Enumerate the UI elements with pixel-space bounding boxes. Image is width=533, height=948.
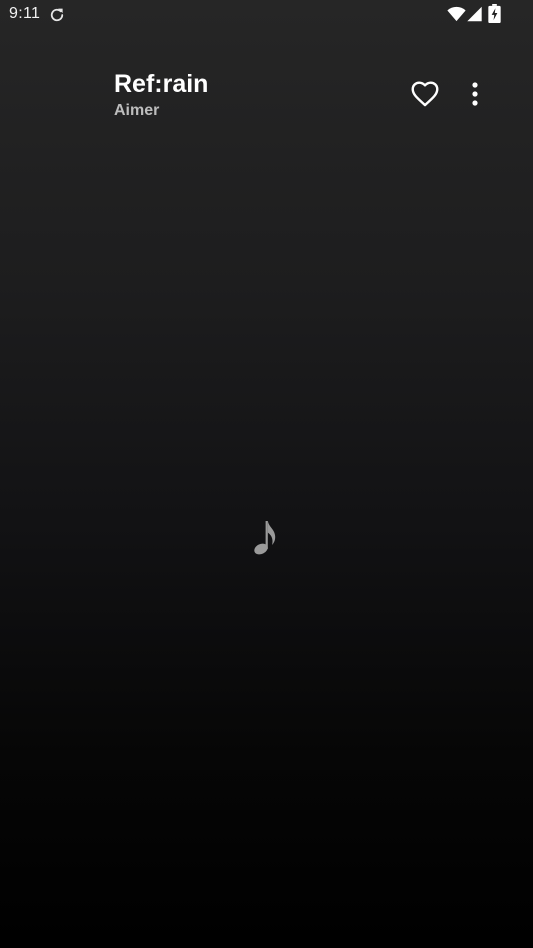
track-artist[interactable]: Aimer bbox=[114, 102, 159, 120]
track-title: Ref:rain bbox=[114, 70, 209, 98]
music-note-icon bbox=[254, 521, 276, 555]
status-bar: 9:11 bbox=[0, 0, 533, 30]
battery-charging-icon bbox=[488, 4, 501, 23]
favorite-button[interactable] bbox=[409, 78, 441, 110]
more-options-button[interactable] bbox=[462, 78, 488, 110]
wifi-icon bbox=[447, 6, 466, 22]
track-header: Ref:rain Aimer bbox=[0, 60, 533, 130]
heart-outline-icon bbox=[411, 81, 439, 107]
signal-icon bbox=[467, 6, 482, 22]
more-vertical-icon bbox=[472, 82, 478, 106]
sync-icon bbox=[50, 8, 64, 22]
status-time: 9:11 bbox=[9, 5, 41, 22]
